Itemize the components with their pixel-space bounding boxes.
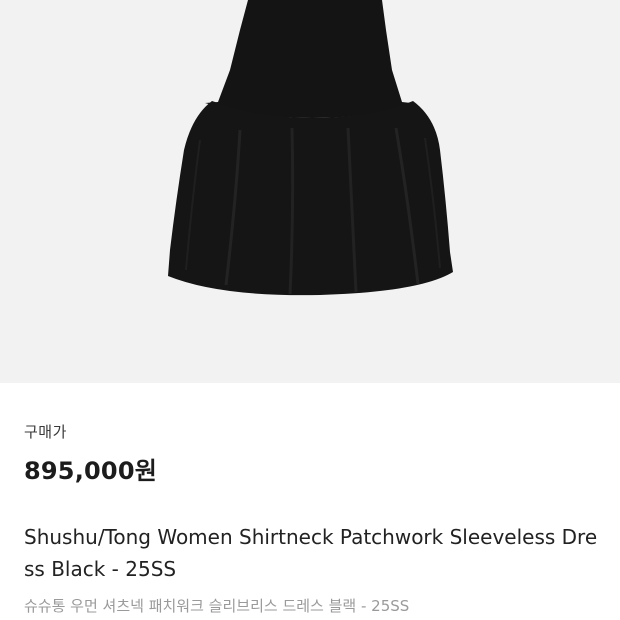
price: 895,000원	[24, 457, 157, 485]
product-detail-page: 구매가 895,000원 Shushu/Tong Women Shirtneck…	[0, 0, 620, 620]
product-image[interactable]	[0, 0, 620, 383]
dress-bodice	[205, 0, 411, 118]
product-subtitle: 슈슈통 우먼 셔츠넥 패치워크 슬리브리스 드레스 블랙 - 25SS	[24, 597, 410, 615]
product-title: Shushu/Tong Women Shirtneck Patchwork Sl…	[24, 525, 598, 581]
dress-illustration	[168, 0, 453, 296]
price-label: 구매가	[24, 423, 67, 441]
dress-skirt	[168, 101, 453, 296]
